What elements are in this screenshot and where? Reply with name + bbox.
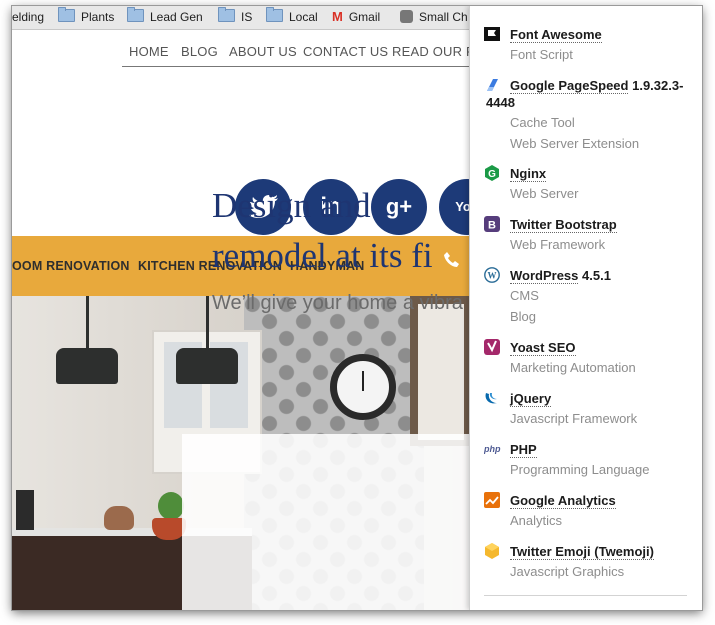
bookmark-label: Local xyxy=(289,10,318,24)
tech-category[interactable]: Web Server xyxy=(510,186,578,201)
service-bathroom-renovation[interactable]: OOM RENOVATION xyxy=(12,259,130,273)
popup-divider xyxy=(484,595,687,596)
tech-category[interactable]: Javascript Graphics xyxy=(510,564,624,579)
tech-category[interactable]: CMS xyxy=(510,288,539,303)
tech-name[interactable]: Google PageSpeed 1.9.32.3-4448 xyxy=(486,77,691,111)
nav-contact-us[interactable]: CONTACT US xyxy=(303,44,388,59)
folder-icon xyxy=(127,7,144,22)
svg-text:W: W xyxy=(488,271,497,281)
pendant-lamp xyxy=(176,348,238,384)
tech-name[interactable]: Yoast SEO xyxy=(510,339,695,356)
bookmark-elding[interactable]: elding xyxy=(12,6,44,29)
wappalyzer-popup: Font Awesome Font Script Google PageSpee… xyxy=(469,6,702,610)
tech-category[interactable]: Font Script xyxy=(510,47,573,62)
bookmark-label: Gmail xyxy=(348,10,381,24)
tech-category[interactable]: Cache Tool xyxy=(510,115,575,130)
jquery-icon xyxy=(485,393,497,404)
folder-icon xyxy=(218,7,235,22)
tech-category[interactable]: Web Framework xyxy=(510,237,605,252)
bookmark-lead-gen[interactable]: Lead Gen xyxy=(127,6,203,29)
plant xyxy=(158,492,184,520)
folder-icon xyxy=(266,7,283,22)
nginx-icon: G xyxy=(485,165,499,181)
hero-subtitle: We’ll give your home a vibra xyxy=(212,292,463,314)
tech-category[interactable]: Javascript Framework xyxy=(510,411,637,426)
bookmark-gmail[interactable]: M Gmail xyxy=(332,6,380,29)
bookmark-label: Lead Gen xyxy=(150,10,203,24)
tech-category[interactable]: Analytics xyxy=(510,513,562,528)
svg-text:B: B xyxy=(488,220,496,232)
font-awesome-icon xyxy=(484,27,500,41)
tech-name[interactable]: WordPress 4.5.1 xyxy=(510,267,695,284)
bookmark-label: Small Ch xyxy=(419,10,468,24)
svg-text:G: G xyxy=(488,169,496,180)
gmail-icon: M xyxy=(332,9,343,24)
browser-window: elding Plants Lead Gen IS Local M Gmail S… xyxy=(12,6,702,610)
folder-icon xyxy=(58,7,75,22)
bookmark-is[interactable]: IS xyxy=(218,6,252,29)
pot xyxy=(152,518,186,540)
nav-about-us[interactable]: ABOUT US xyxy=(229,44,297,59)
tech-name[interactable]: jQuery xyxy=(510,390,695,407)
tech-category[interactable]: Marketing Automation xyxy=(510,360,636,375)
tech-name[interactable]: Twitter Bootstrap xyxy=(510,216,695,233)
bookmark-label: Plants xyxy=(81,10,115,24)
tech-name[interactable]: PHP xyxy=(510,441,695,458)
wordpress-icon: W xyxy=(484,267,500,283)
nav-home[interactable]: HOME xyxy=(129,44,169,59)
bookmark-local[interactable]: Local xyxy=(266,6,318,29)
svg-text:php: php xyxy=(484,444,501,454)
nav-blog[interactable]: BLOG xyxy=(181,44,218,59)
lamp-rod xyxy=(86,296,89,348)
tech-name[interactable]: Twitter Emoji (Twemoji) xyxy=(510,543,695,560)
kettle xyxy=(104,506,134,530)
bookmark-small-ch[interactable]: Small Ch xyxy=(400,6,468,29)
bookmark-label: IS xyxy=(241,10,253,24)
hero-title: Design and remodel at its fi xyxy=(212,186,433,275)
apple-icon xyxy=(400,10,413,23)
tech-name[interactable]: Google Analytics xyxy=(510,492,695,509)
bookmark-plants[interactable]: Plants xyxy=(58,6,114,29)
php-icon: php xyxy=(484,444,501,454)
tech-name[interactable]: Nginx xyxy=(510,165,695,182)
tech-category[interactable]: Blog xyxy=(510,309,536,324)
nav-underline xyxy=(122,66,472,67)
pendant-lamp xyxy=(56,348,118,384)
tech-category[interactable]: Programming Language xyxy=(510,462,649,477)
tech-name[interactable]: Font Awesome xyxy=(510,26,695,43)
window-pane xyxy=(418,304,464,440)
yoast-icon xyxy=(484,339,500,355)
twemoji-icon xyxy=(485,543,499,559)
wall-clock xyxy=(330,354,396,420)
lamp-rod xyxy=(206,296,209,348)
bookmark-label: elding xyxy=(12,10,45,24)
tech-category[interactable]: Web Server Extension xyxy=(510,136,639,151)
phone-icon[interactable] xyxy=(443,251,461,269)
google-analytics-icon xyxy=(484,492,500,508)
knife-block xyxy=(16,490,34,530)
bootstrap-icon: B xyxy=(484,216,500,232)
hero-card xyxy=(182,434,482,610)
